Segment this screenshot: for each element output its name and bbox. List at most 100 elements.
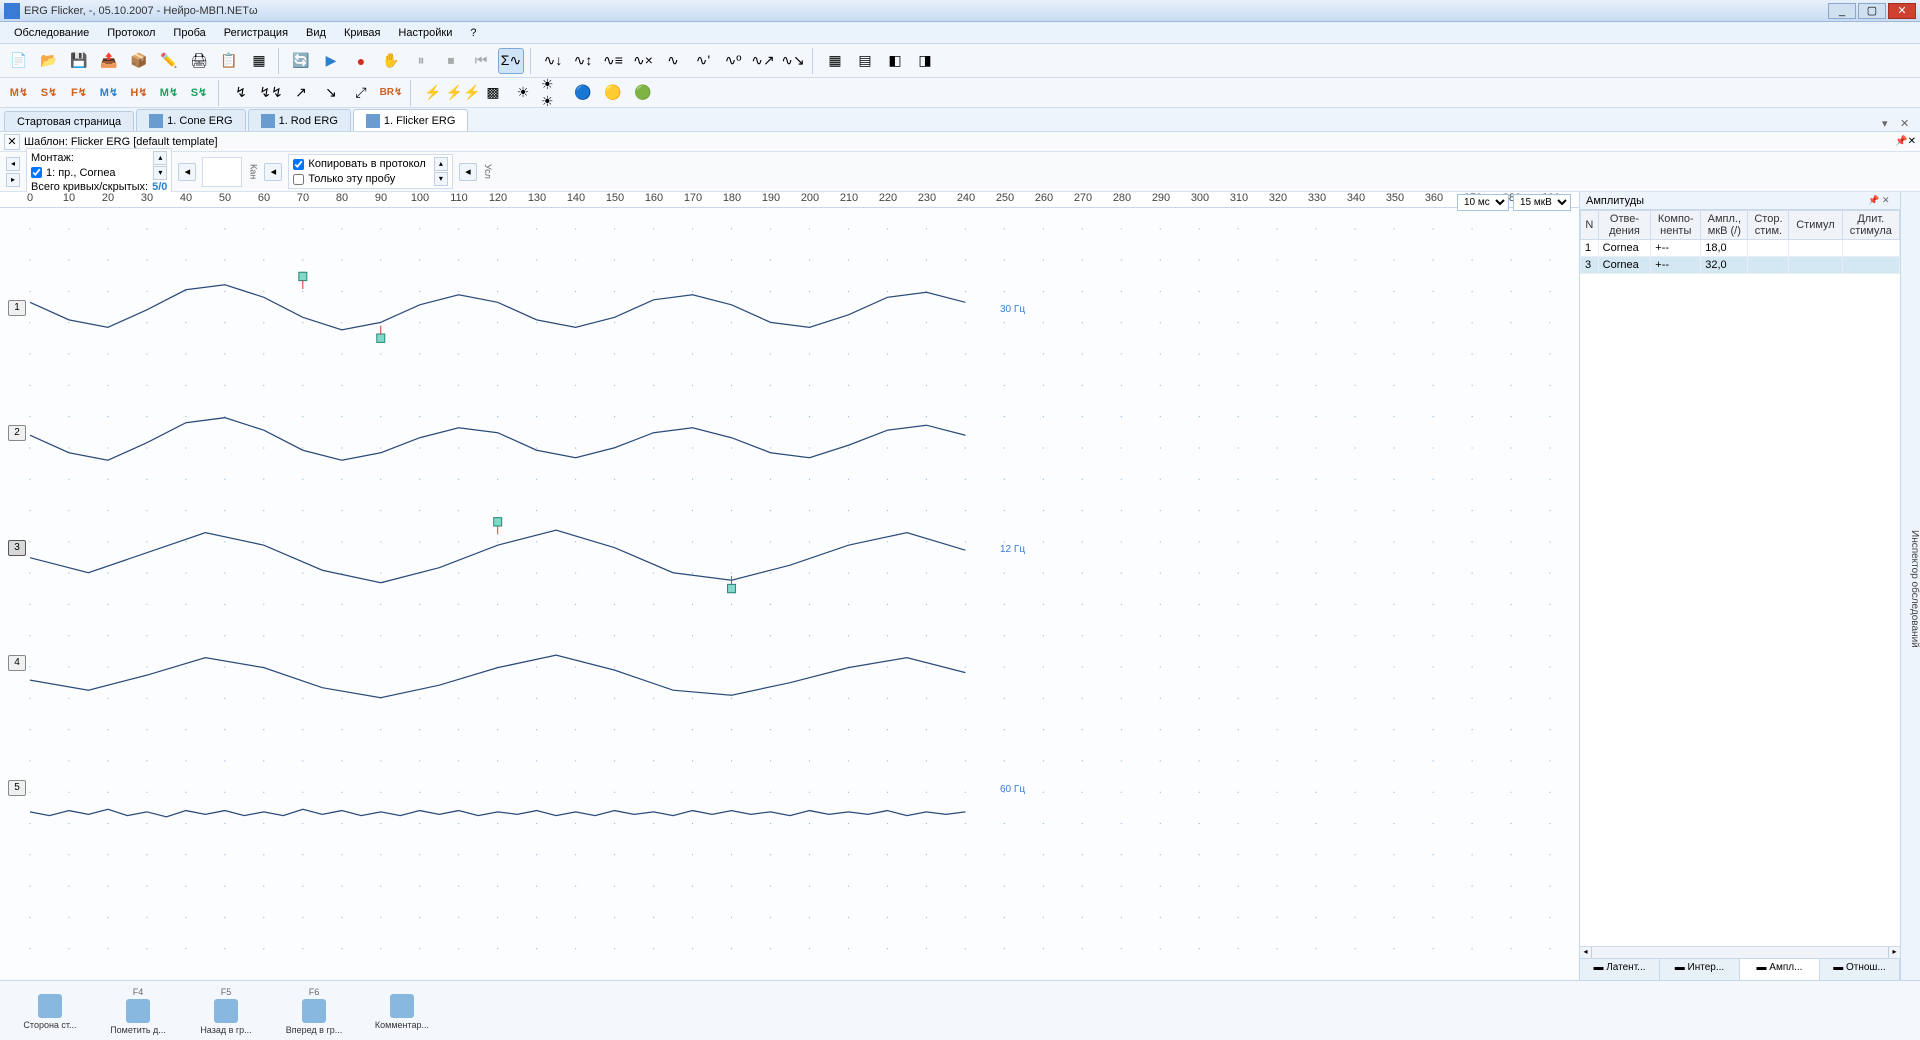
marker-m-icon[interactable]: M↯ <box>6 80 32 106</box>
tabs-close-icon[interactable]: ✕ <box>1900 117 1914 131</box>
copy-only-check[interactable] <box>293 174 304 185</box>
menu-Регистрация[interactable]: Регистрация <box>216 25 296 41</box>
tab-1. Rod ERG[interactable]: 1. Rod ERG <box>248 109 351 131</box>
side-tab-1[interactable]: ▬ Интер... <box>1660 959 1740 980</box>
cursor-3-icon[interactable]: ↗ <box>288 80 314 106</box>
marker-s-icon[interactable]: S↯ <box>36 80 62 106</box>
wave-tool-8-icon[interactable]: ∿↗ <box>750 48 776 74</box>
wave-tool-1-icon[interactable]: ∿↓ <box>540 48 566 74</box>
cursor-2-icon[interactable]: ↯↯ <box>258 80 284 106</box>
tab-1. Cone ERG[interactable]: 1. Cone ERG <box>136 109 245 131</box>
channel-label-4[interactable]: 4 <box>8 655 26 671</box>
grid-icon[interactable]: ▦ <box>822 48 848 74</box>
maximize-button[interactable]: ▢ <box>1858 3 1886 19</box>
pause-icon[interactable]: ⏸ <box>408 48 434 74</box>
template-pin-icon[interactable]: 📌 <box>1895 136 1907 147</box>
marker-m3-icon[interactable]: M↯ <box>156 80 182 106</box>
nav-prev3-icon[interactable]: ◂ <box>459 163 477 181</box>
package-icon[interactable]: 📦 <box>126 48 152 74</box>
marker-m2-icon[interactable]: M↯ <box>96 80 122 106</box>
menu-Кривая[interactable]: Кривая <box>336 25 388 41</box>
marker-h-icon[interactable]: H↯ <box>126 80 152 106</box>
expand-left-icon[interactable]: ▸ <box>6 173 20 187</box>
panel-close-icon[interactable]: ✕ <box>1882 195 1894 207</box>
status-Сторона ст...[interactable]: Сторона ст... <box>8 990 92 1032</box>
edit-icon[interactable]: ✏️ <box>156 48 182 74</box>
marker-s2-icon[interactable]: S↯ <box>186 80 212 106</box>
br-icon[interactable]: BR↯ <box>378 80 404 106</box>
save-icon[interactable]: 💾 <box>66 48 92 74</box>
stim-1-icon[interactable]: ⚡ <box>420 80 446 106</box>
col-header[interactable]: Ампл.,мкВ (/) <box>1701 211 1748 240</box>
wave-tool-4-icon[interactable]: ∿× <box>630 48 656 74</box>
page-next-icon[interactable]: ◨ <box>912 48 938 74</box>
average-icon[interactable]: Σ∿ <box>498 48 524 74</box>
channel-label-5[interactable]: 5 <box>8 780 26 796</box>
amplitude-table[interactable]: NОтве-денияКомпо-нентыАмпл.,мкВ (/)Стор.… <box>1580 210 1900 946</box>
col-header[interactable]: Длит.стимула <box>1842 211 1899 240</box>
col-header[interactable]: Отве-дения <box>1598 211 1651 240</box>
stim-color-3-icon[interactable]: 🟢 <box>630 80 656 106</box>
channel-label-3[interactable]: 3 <box>8 540 26 556</box>
status-Вперед в гр...[interactable]: F6Вперед в гр... <box>272 985 356 1037</box>
stim-color-2-icon[interactable]: 🟡 <box>600 80 626 106</box>
status-Назад в гр...[interactable]: F5Назад в гр... <box>184 985 268 1037</box>
stim-color-1-icon[interactable]: 🔵 <box>570 80 596 106</box>
menu-Вид[interactable]: Вид <box>298 25 334 41</box>
status-Комментар...[interactable]: Комментар... <box>360 990 444 1032</box>
col-header[interactable]: Стимул <box>1789 211 1842 240</box>
channel-label-2[interactable]: 2 <box>8 425 26 441</box>
collapse-left-icon[interactable]: ◂ <box>6 157 20 171</box>
reload-icon[interactable]: 🔄 <box>288 48 314 74</box>
plot-area[interactable]: 0102030405060708090100110120130140150160… <box>0 192 1580 980</box>
wave-tool-6-icon[interactable]: ∿' <box>690 48 716 74</box>
wave-tool-3-icon[interactable]: ∿≡ <box>600 48 626 74</box>
menu-Настройки[interactable]: Настройки <box>390 25 460 41</box>
side-tab-0[interactable]: ▬ Латент... <box>1580 959 1660 980</box>
page-prev-icon[interactable]: ◧ <box>882 48 908 74</box>
stim-pattern-icon[interactable]: ▩ <box>480 80 506 106</box>
copy-down-icon[interactable]: ▾ <box>434 172 448 186</box>
export-icon[interactable]: 📤 <box>96 48 122 74</box>
nav-prev2-icon[interactable]: ◂ <box>264 163 282 181</box>
cursor-1-icon[interactable]: ↯ <box>228 80 254 106</box>
side-tab-2[interactable]: ▬ Ампл... <box>1740 959 1820 980</box>
copy-protocol-check[interactable] <box>293 159 304 170</box>
status-Пометить д...[interactable]: F4Пометить д... <box>96 985 180 1037</box>
montage-up-icon[interactable]: ▴ <box>153 151 167 165</box>
tab-1. Flicker ERG[interactable]: 1. Flicker ERG <box>353 109 469 131</box>
reject-icon[interactable]: ⏮ <box>468 48 494 74</box>
print-icon[interactable]: 🖨 <box>186 48 212 74</box>
marker-f-icon[interactable]: F↯ <box>66 80 92 106</box>
cursor-5-icon[interactable]: ⤢ <box>348 80 374 106</box>
template-close-icon[interactable]: ✕ <box>4 134 20 150</box>
wave-tool-7-icon[interactable]: ∿º <box>720 48 746 74</box>
new-exam-icon[interactable]: 📄 <box>6 48 32 74</box>
open-icon[interactable]: 📂 <box>36 48 62 74</box>
stop-icon[interactable]: ⏹ <box>438 48 464 74</box>
close-button[interactable]: ✕ <box>1888 3 1916 19</box>
menu-?[interactable]: ? <box>462 25 484 41</box>
copy-up-icon[interactable]: ▴ <box>434 157 448 171</box>
time-scale-select[interactable]: 10 мс <box>1457 194 1509 211</box>
nav-prev-icon[interactable]: ◂ <box>178 163 196 181</box>
inspector-tab[interactable]: Инспектор обследований <box>1900 192 1920 980</box>
menu-Протокол[interactable]: Протокол <box>99 25 163 41</box>
stim-flash-1-icon[interactable]: ☀ <box>510 80 536 106</box>
col-header[interactable]: Стор.стим. <box>1748 211 1789 240</box>
col-header[interactable]: N <box>1581 211 1599 240</box>
channel-label-1[interactable]: 1 <box>8 300 26 316</box>
waveform-chart[interactable]: 130 Гц2312 Гц4560 Гц <box>0 208 1579 980</box>
stim-flash-2-icon[interactable]: ☀☀ <box>540 80 566 106</box>
play-icon[interactable]: ▶ <box>318 48 344 74</box>
side-tab-3[interactable]: ▬ Отнош... <box>1820 959 1900 980</box>
menu-Проба[interactable]: Проба <box>165 25 213 41</box>
minimize-button[interactable]: _ <box>1828 3 1856 19</box>
montage-down-icon[interactable]: ▾ <box>153 166 167 180</box>
table-icon[interactable]: ▦ <box>246 48 272 74</box>
stim-2-icon[interactable]: ⚡⚡ <box>450 80 476 106</box>
record-icon[interactable]: ● <box>348 48 374 74</box>
menu-Обследование[interactable]: Обследование <box>6 25 97 41</box>
cursor-4-icon[interactable]: ↘ <box>318 80 344 106</box>
template-x-icon[interactable]: ✕ <box>1908 136 1916 147</box>
